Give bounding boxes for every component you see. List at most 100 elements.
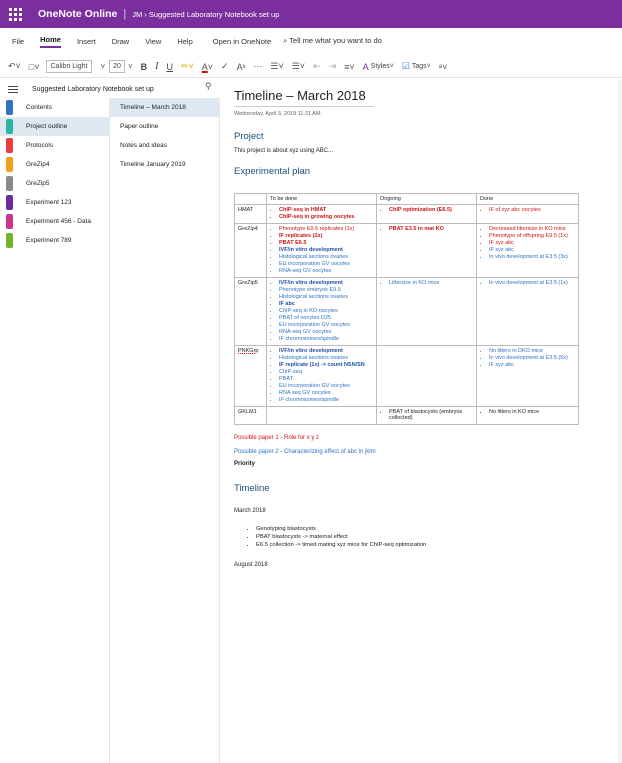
list-item: E6.5 collection -> timed mating xyz mice… [256,542,622,548]
font-color-icon[interactable]: A ˅ [202,62,213,72]
font-family-select[interactable]: Calibri Light [45,60,93,73]
numbering-icon[interactable]: ☰˅ [292,61,305,72]
table-row: HMATChIP-seq in HMATChIP-seq in growing … [234,204,579,224]
table-header: Ongoing [376,193,477,205]
section-label: Contents [26,104,53,111]
list-item: PBAT blastocysts -> maternal effect [256,534,622,540]
table-cell-todo[interactable]: Phenotype E9.5 replicates (1x)IF replica… [266,222,377,278]
page-item[interactable]: Notes and ideas [110,136,219,155]
month-label: March 2018 [234,508,266,515]
cell-bullet: RNA-seq GV oocytes [279,268,373,274]
row-name[interactable]: GreZip5 [234,276,267,346]
cell-bullet: Decreased littersize in KO mice [489,226,575,232]
section-color-tab [6,195,13,210]
table-cell-done[interactable]: Decreased littersize in KO micePhenotype… [476,222,579,278]
tab-insert[interactable]: Insert [77,37,96,46]
section-item[interactable]: Project outline [0,117,109,136]
search-icon[interactable]: ⚲ [205,81,212,92]
app-launcher-icon[interactable] [8,7,22,21]
text-effect-icon[interactable]: Ab [237,62,246,72]
section-item[interactable]: Protocols [0,136,109,155]
spelling-icon[interactable]: ᵃ˅ [439,62,448,72]
table-cell-todo[interactable]: ChIP-seq in HMATChIP-seq in growing oocy… [266,204,377,224]
table-cell-ongoing[interactable]: PBAT E3.5 in mat KO [376,222,477,278]
page-content[interactable]: Timeline – March 2018 Wednesday, April 3… [222,80,622,763]
cell-bullet: RNA seq GV oocytes [279,390,373,396]
tab-help[interactable]: Help [177,37,192,46]
page-item[interactable]: Paper outline [110,117,219,136]
section-label: Experiment 123 [26,199,72,206]
bold-button[interactable]: B [141,62,148,72]
section-item[interactable]: GreZip4 [0,155,109,174]
table-cell-todo[interactable] [266,405,377,426]
tab-draw[interactable]: Draw [112,37,130,46]
section-item[interactable]: Experiment 456 - Data [0,212,109,231]
scrollbar[interactable] [618,80,622,763]
table-header [234,193,267,205]
underline-button[interactable]: U [166,62,173,72]
row-name[interactable]: GreZip4 [234,222,267,278]
priority-label: Priority [234,461,256,468]
table-cell-ongoing[interactable]: ChIP optimization (E6.5) [376,204,477,224]
page-item[interactable]: Timeline January 2019 [110,155,219,174]
table-cell-ongoing[interactable] [376,344,477,407]
section-item[interactable]: Contents [0,98,109,117]
breadcrumb[interactable]: JM › Suggested Laboratory Notebook set u… [132,10,279,19]
styles-button[interactable]: A Styles ˅ [363,62,394,72]
section-label: Experiment 456 - Data [26,218,92,225]
cell-bullet: In vivo development at E3.5 (5x) [489,355,575,361]
table-cell-done[interactable]: No litters in DKO miceIn vivo developmen… [476,344,579,407]
italic-button[interactable]: I [155,61,158,72]
clear-format-icon[interactable]: ✓ [221,61,229,72]
page-item[interactable]: Timeline – March 2018 [110,98,219,117]
tab-file[interactable]: File [12,37,24,46]
app-name[interactable]: OneNote Online [38,8,117,20]
table-cell-ongoing[interactable]: PBAT of blastocysts (embryos collected) [376,405,477,426]
font-size-select[interactable]: ˅ 20 ˅ [100,60,133,73]
highlight-icon[interactable]: ✏˅ [181,61,194,72]
indent-icon[interactable]: ⇥ [329,61,337,72]
table-cell-done[interactable]: No litters in KO mice [476,405,579,426]
hamburger-menu-icon[interactable] [8,85,18,93]
section-item[interactable]: Experiment 123 [0,193,109,212]
bullets-icon[interactable]: ☰˅ [270,61,283,72]
more-icon[interactable]: ⋯ [253,61,262,72]
experiment-table[interactable]: To be done Ongoing Done HMATChIP-seq in … [234,193,579,426]
align-icon[interactable]: ≡˅ [344,62,355,72]
cell-bullet: Histological sections ovaries [279,294,373,300]
page-title[interactable]: Timeline – March 2018 [234,88,374,107]
table-cell-done[interactable]: IF of xyz abc oocytes [476,204,579,224]
tell-me-search[interactable]: ⌕ Tell me what you want to do [283,36,382,46]
tags-button[interactable]: ☑ Tags ˅ [402,61,431,72]
section-item[interactable]: Experiment 789 [0,231,109,250]
cell-bullet: IF xyz abc [489,240,575,246]
section-label: Project outline [26,123,68,130]
table-cell-done[interactable]: In vivo development at E3.5 (1x) [476,276,579,346]
undo-icon[interactable]: ↶˅ [8,61,21,72]
cell-bullet: RNA-seq GV oocytes [279,329,373,335]
outdent-icon[interactable]: ⇤ [313,61,321,72]
cell-bullet: IF chromosomes/spindle [279,336,373,342]
tab-view[interactable]: View [145,37,161,46]
ribbon-tabs: File Home Insert Draw View Help Open in … [0,30,622,52]
tab-home[interactable]: Home [40,35,61,48]
cell-bullet: ChIP-seq in growing oocytes [279,214,373,220]
table-cell-ongoing[interactable]: Littersize in KO mice [376,276,477,346]
section-color-tab [6,176,13,191]
table-row: GreZip4Phenotype E9.5 replicates (1x)IF … [234,222,579,278]
row-name[interactable]: GKLM1 [234,405,267,426]
row-name[interactable]: PNKGrp [234,344,267,407]
heading-experimental-plan: Experimental plan [234,166,311,177]
notebook-name[interactable]: Suggested Laboratory Notebook set up [32,86,154,93]
cell-bullet: Phenotype embryos E9.5 [279,287,373,293]
table-row: GKLM1 PBAT of blastocysts (embryos collec… [234,405,579,426]
clipboard-icon[interactable]: □˅ [29,62,40,72]
table-header-row: To be done Ongoing Done [234,193,579,205]
open-in-onenote-button[interactable]: Open in OneNote [213,37,271,46]
row-name[interactable]: HMAT [234,204,267,224]
section-item[interactable]: GreZip5 [0,174,109,193]
cell-bullet: PBAT E6.5 [279,240,373,246]
table-cell-todo[interactable]: IVF/in vitro developmentPhenotype embryo… [266,276,377,346]
table-cell-todo[interactable]: IVF/in vitro developmentHistological sec… [266,344,377,407]
cell-bullet: Phenotype of offspring E9.5 (1x) [489,233,575,239]
